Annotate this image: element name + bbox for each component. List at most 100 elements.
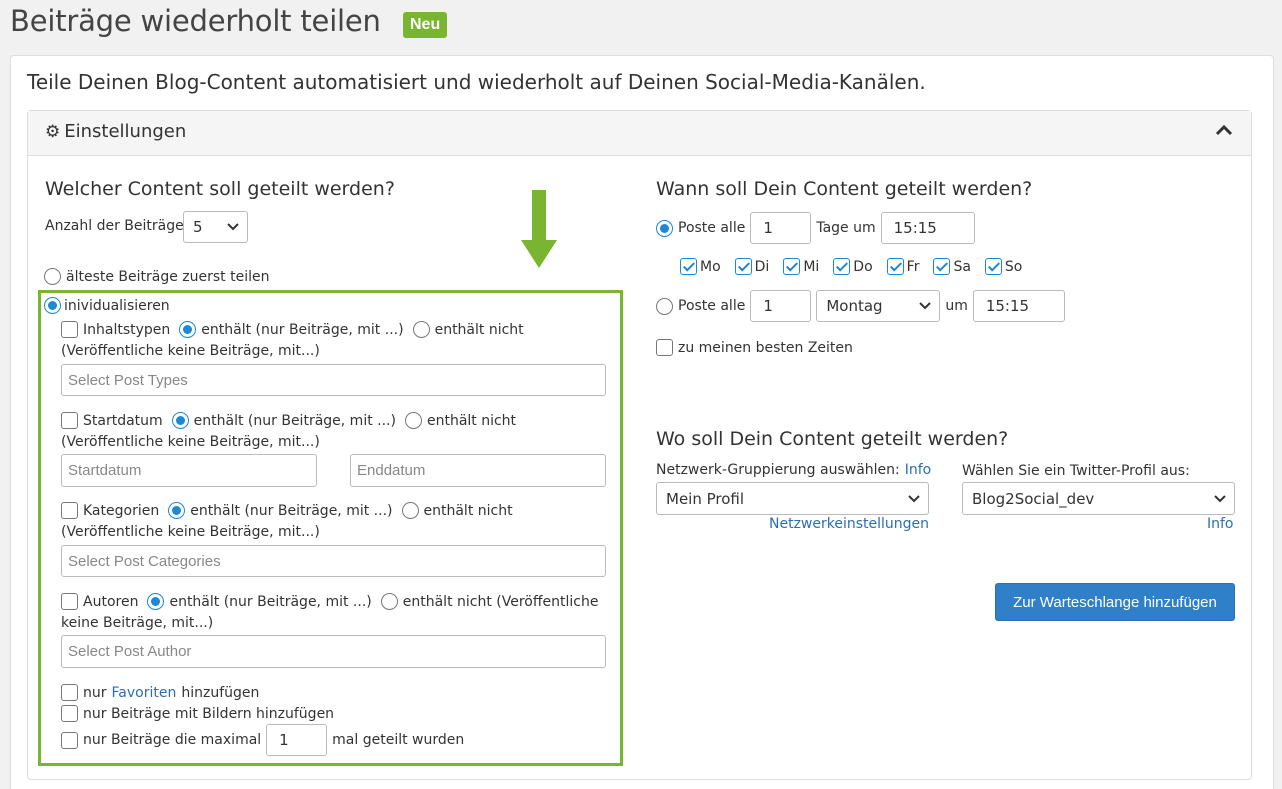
max-shared-checkbox[interactable] [61, 731, 78, 749]
favorites-row: nur Favoriten hinzufügen [61, 684, 259, 701]
oldest-first-option[interactable]: älteste Beiträge zuerst teilen [44, 268, 270, 285]
chevron-down-icon [227, 223, 239, 231]
chevron-down-icon [1214, 494, 1226, 502]
post-types-checkbox[interactable] [61, 321, 78, 338]
post-types-not-radio[interactable] [412, 321, 430, 338]
weekly-radio[interactable] [656, 297, 673, 315]
day-mi-checkbox[interactable] [783, 258, 801, 275]
categories-checkbox[interactable] [61, 502, 78, 519]
images-row: nur Beiträge mit Bildern hinzufügen [61, 705, 334, 722]
categories-placeholder: Select Post Categories [68, 552, 221, 570]
end-date-input[interactable]: Enddatum [350, 454, 606, 487]
new-badge: Neu [403, 12, 448, 38]
day-sa-label: Sa [953, 258, 971, 275]
post-count-label: Anzahl der Beiträge [45, 218, 184, 234]
settings-panel-header[interactable] [28, 111, 1251, 156]
day-fr-checkbox[interactable] [886, 258, 904, 275]
day-di-checkbox[interactable] [734, 258, 752, 275]
network-settings-link[interactable]: Netzwerkeinstellungen [769, 516, 929, 532]
start-date-contains-radio[interactable] [171, 412, 189, 429]
categories-row: Kategorien enthält (nur Beiträge, mit ..… [61, 502, 513, 519]
best-times-label: zu meinen besten Zeiten [678, 339, 853, 356]
start-date-not-radio[interactable] [404, 412, 422, 429]
weekly-interval-value: 1 [763, 297, 773, 315]
start-date-checkbox[interactable] [61, 412, 78, 429]
network-info-link[interactable]: Info [905, 462, 932, 478]
categories-not-radio[interactable] [401, 502, 419, 519]
day-fr-label: Fr [906, 258, 920, 275]
day-di-label: Di [754, 258, 770, 275]
post-types-not-label: enthält nicht [434, 321, 524, 338]
day-so-label: So [1004, 258, 1023, 275]
chevron-down-icon [908, 494, 920, 502]
add-to-queue-button[interactable]: Zur Warteschlange hinzufügen [995, 583, 1235, 621]
day-mi-label: Mi [803, 258, 820, 275]
post-types-input[interactable]: Select Post Types [61, 364, 606, 396]
categories-note: (Veröffentliche keine Beiträge, mit...) [61, 524, 320, 540]
start-date-input[interactable]: Startdatum [61, 454, 317, 487]
favorites-post: hinzufügen [181, 684, 260, 701]
start-date-row: Startdatum enthält (nur Beiträge, mit ..… [61, 412, 516, 429]
authors-not-radio[interactable] [380, 593, 398, 610]
best-times-checkbox[interactable] [656, 339, 673, 356]
weekly-time-input[interactable]: 15:15 [972, 290, 1065, 322]
max-shared-pre: nur Beiträge die maximal [83, 732, 262, 748]
weekday-value: Montag [826, 297, 883, 315]
authors-row: Autoren enthält (nur Beiträge, mit ...) … [61, 593, 598, 610]
authors-input[interactable]: Select Post Author [61, 635, 606, 668]
arrow-down-icon [521, 190, 557, 274]
max-shared-row: nur Beiträge die maximal 1 mal geteilt w… [61, 724, 464, 756]
authors-contains-label: enthält (nur Beiträge, mit ...) [169, 593, 372, 610]
oldest-first-radio[interactable] [44, 268, 61, 285]
daily-label: Poste alle [678, 220, 746, 236]
daily-interval-value: 1 [763, 219, 773, 237]
twitter-profile-select[interactable]: Blog2Social_dev [962, 482, 1235, 515]
customize-option[interactable]: inividualisieren [44, 297, 170, 314]
start-date-not-label: enthält nicht [426, 412, 517, 429]
categories-contains-radio[interactable] [168, 502, 186, 519]
post-count-value: 5 [193, 218, 203, 236]
network-label: Netzwerk-Gruppierung auswählen: [656, 462, 900, 478]
images-checkbox[interactable] [61, 705, 78, 722]
settings-panel-title[interactable]: ⚙ Einstellungen [45, 121, 186, 142]
post-types-contains-label: enthält (nur Beiträge, mit ...) [201, 321, 404, 338]
day-so-checkbox[interactable] [984, 258, 1002, 275]
authors-contains-radio[interactable] [147, 593, 165, 610]
categories-contains-label: enthält (nur Beiträge, mit ...) [190, 502, 393, 519]
network-value: Mein Profil [666, 489, 745, 508]
collapse-chevron-icon[interactable] [1214, 123, 1234, 141]
page-title: Beiträge wiederholt teilen [10, 4, 381, 38]
twitter-info-link[interactable]: Info [1207, 516, 1234, 532]
day-do-checkbox[interactable] [833, 258, 851, 275]
network-select[interactable]: Mein Profil [656, 482, 929, 515]
daily-time-input[interactable]: 15:15 [880, 212, 975, 244]
daily-unit: Tage um [816, 220, 876, 236]
best-times-row: zu meinen besten Zeiten [656, 339, 853, 356]
start-date-label: Startdatum [83, 412, 163, 429]
weekly-interval-input[interactable]: 1 [750, 290, 812, 322]
network-label-row: Netzwerk-Gruppierung auswählen: Info [656, 462, 931, 478]
daily-radio[interactable] [656, 219, 673, 237]
day-mo-checkbox[interactable] [680, 258, 697, 275]
daily-interval-input[interactable]: 1 [750, 212, 812, 244]
start-date-placeholder: Startdatum [68, 462, 142, 479]
max-shared-value: 1 [279, 731, 289, 749]
post-types-label: Inhaltstypen [83, 321, 171, 338]
authors-checkbox[interactable] [61, 593, 78, 610]
favorites-checkbox[interactable] [61, 684, 78, 701]
customize-radio[interactable] [44, 297, 61, 314]
day-sa-checkbox[interactable] [933, 258, 951, 275]
end-date-placeholder: Enddatum [357, 462, 426, 479]
authors-note: keine Beiträge, mit...) [61, 615, 214, 631]
max-shared-input[interactable]: 1 [266, 724, 328, 756]
daily-time-value: 15:15 [893, 219, 937, 237]
content-heading: Welcher Content soll geteilt werden? [45, 178, 395, 200]
twitter-label: Wählen Sie ein Twitter-Profil aus: [962, 463, 1190, 479]
weekly-at: um [945, 298, 968, 314]
favorites-link[interactable]: Favoriten [112, 685, 177, 701]
weekday-select[interactable]: Montag [816, 290, 941, 322]
post-types-contains-radio[interactable] [179, 321, 197, 338]
post-count-select[interactable]: 5 [183, 211, 248, 243]
weekly-label: Poste alle [678, 298, 746, 314]
categories-input[interactable]: Select Post Categories [61, 545, 606, 577]
